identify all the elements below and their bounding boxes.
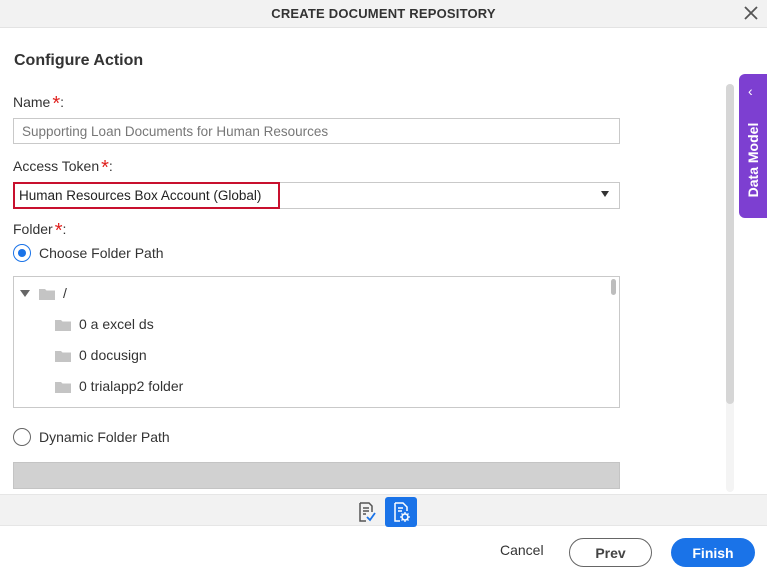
folder-icon bbox=[55, 318, 71, 331]
tree-item-label: 0 docusign bbox=[79, 347, 147, 363]
folder-icon bbox=[55, 349, 71, 362]
dialog-title: CREATE DOCUMENT REPOSITORY bbox=[271, 6, 496, 21]
document-settings-icon[interactable] bbox=[385, 497, 417, 527]
required-marker: * bbox=[52, 93, 61, 115]
tree-root-item[interactable]: / bbox=[20, 283, 67, 303]
choose-folder-path-radio[interactable] bbox=[13, 244, 31, 262]
create-document-repository-dialog: CREATE DOCUMENT REPOSITORY Configure Act… bbox=[0, 0, 767, 574]
dialog-header: CREATE DOCUMENT REPOSITORY bbox=[0, 0, 767, 28]
chevron-left-icon[interactable]: ‹ bbox=[748, 84, 753, 98]
tree-item[interactable]: 0 a excel ds bbox=[55, 314, 154, 334]
name-input[interactable] bbox=[13, 118, 620, 144]
dynamic-folder-path-label[interactable]: Dynamic Folder Path bbox=[39, 429, 170, 445]
tree-item-label: 0 a excel ds bbox=[79, 316, 154, 332]
tree-item[interactable]: 0 trialapp2 folder bbox=[55, 376, 183, 396]
name-label: Name *: bbox=[13, 94, 65, 114]
folder-label-text: Folder bbox=[13, 221, 53, 237]
folder-tree[interactable]: / 0 a excel ds 0 docusign 0 trialapp2 fo… bbox=[13, 276, 620, 408]
form-validate-icon[interactable] bbox=[350, 497, 382, 527]
expand-arrow-icon[interactable] bbox=[20, 289, 30, 297]
name-label-text: Name bbox=[13, 94, 51, 110]
access-token-selected-value: Human Resources Box Account (Global) bbox=[19, 188, 262, 203]
label-colon: : bbox=[62, 221, 67, 237]
finish-button[interactable]: Finish bbox=[671, 538, 755, 567]
folder-label: Folder *: bbox=[13, 221, 67, 241]
required-marker: * bbox=[101, 157, 109, 179]
close-icon[interactable] bbox=[741, 3, 761, 23]
required-marker: * bbox=[54, 220, 63, 242]
dynamic-folder-path-input bbox=[13, 462, 620, 489]
tree-item-label: / bbox=[63, 285, 67, 301]
prev-button[interactable]: Prev bbox=[569, 538, 652, 567]
tree-scrollbar[interactable] bbox=[611, 279, 616, 295]
folder-icon bbox=[39, 287, 55, 300]
caret-down-icon bbox=[601, 191, 609, 197]
label-colon: : bbox=[60, 94, 65, 110]
access-token-label: Access Token *: bbox=[13, 158, 113, 178]
tree-item[interactable]: 0 docusign bbox=[55, 345, 147, 365]
access-token-select[interactable]: Human Resources Box Account (Global) bbox=[13, 182, 620, 209]
bottom-toolbar bbox=[0, 494, 767, 527]
label-colon: : bbox=[108, 158, 113, 174]
choose-folder-path-label[interactable]: Choose Folder Path bbox=[39, 245, 164, 261]
data-model-panel-tab[interactable]: ‹ Data Model bbox=[739, 74, 767, 218]
main-scrollbar[interactable] bbox=[726, 84, 734, 404]
folder-icon bbox=[55, 380, 71, 393]
section-title: Configure Action bbox=[14, 52, 144, 69]
cancel-button[interactable]: Cancel bbox=[500, 542, 544, 558]
tree-item-label: 0 trialapp2 folder bbox=[79, 378, 184, 394]
access-token-label-text: Access Token bbox=[13, 158, 100, 174]
dynamic-folder-path-radio[interactable] bbox=[13, 428, 31, 446]
data-model-label: Data Model bbox=[745, 122, 761, 198]
